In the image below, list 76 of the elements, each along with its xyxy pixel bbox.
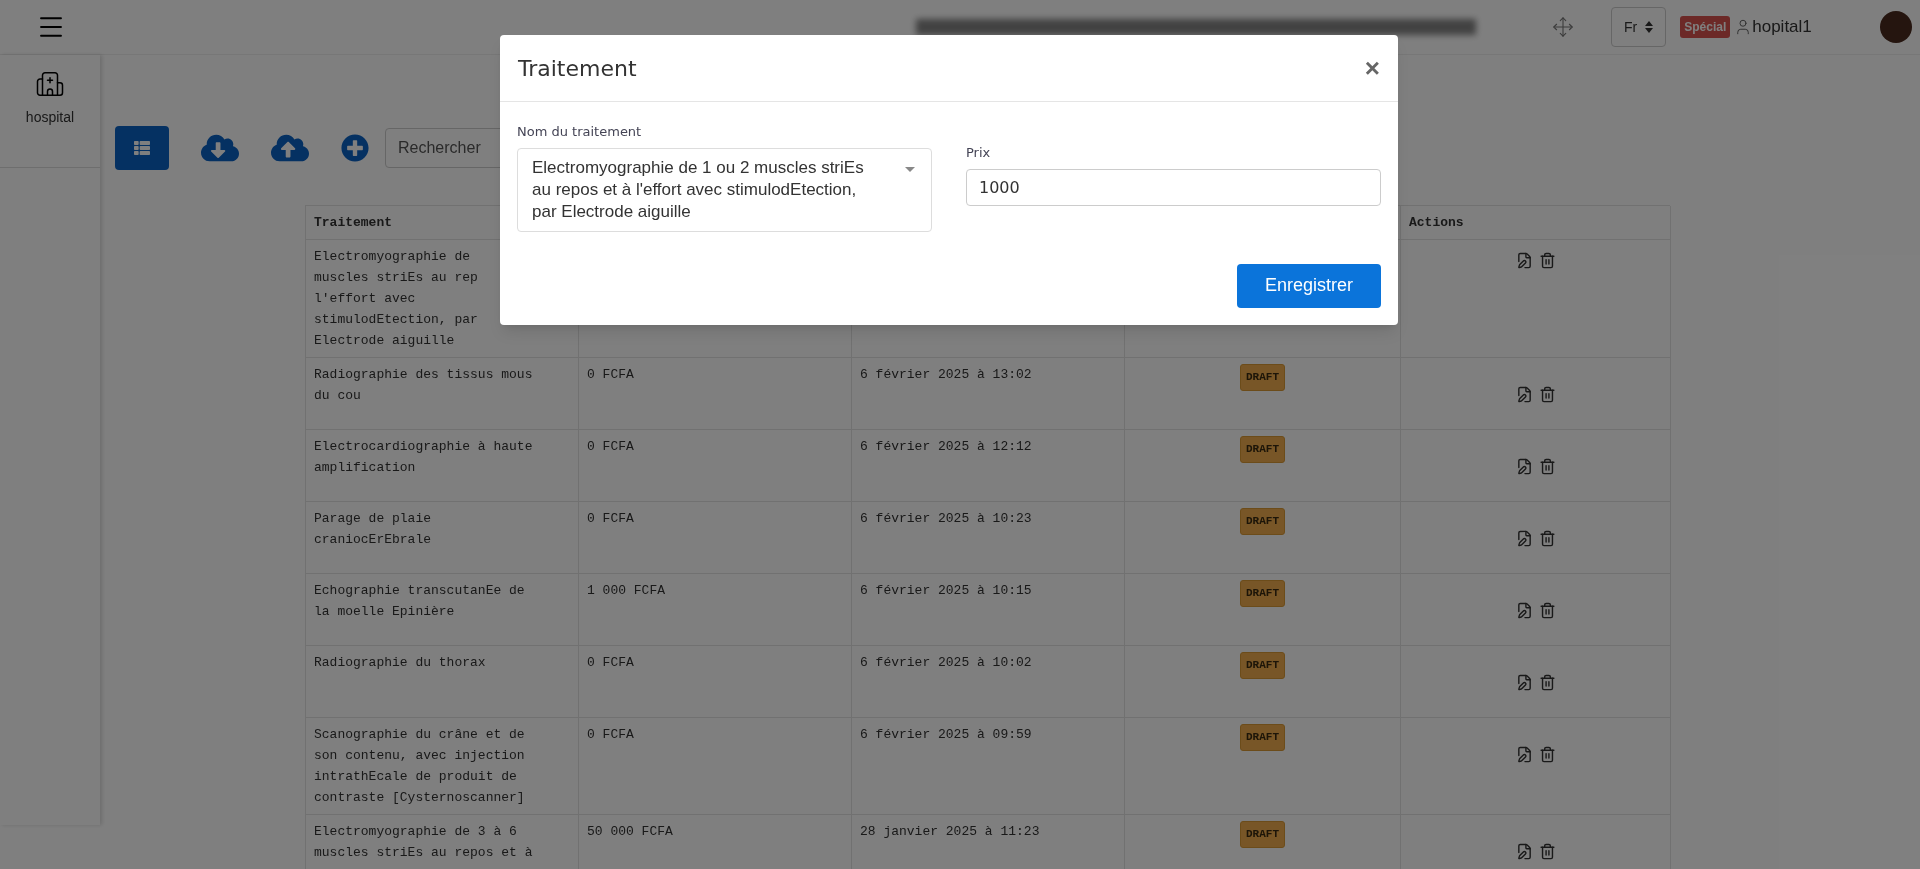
edit-icon[interactable] <box>1515 458 1533 475</box>
edit-icon[interactable] <box>1515 386 1533 403</box>
treatment-text: stimulodEtection, par <box>314 311 478 329</box>
date-text: 6 février 2025 à 10:15 <box>860 583 1032 598</box>
treatment-text: muscles striEs au rep <box>314 269 478 287</box>
treatment-text: Parage de plaie <box>314 510 432 528</box>
treatment-text: contraste [Cysternoscanner] <box>314 789 525 807</box>
date-text: 6 février 2025 à 10:02 <box>860 655 1032 670</box>
price-text: 0 FCFA <box>587 511 634 526</box>
treatment-text: Radiographie des tissus mous <box>314 366 533 384</box>
delete-icon[interactable] <box>1538 674 1556 691</box>
edit-icon[interactable] <box>1515 843 1533 860</box>
treatment-text: Electromyographie de 3 à 6 <box>314 823 517 841</box>
special-badge: Spécial <box>1680 16 1731 38</box>
status-badge: DRAFT <box>1240 436 1285 463</box>
treatment-text: Radiographie du thorax <box>314 654 486 672</box>
close-button[interactable]: × <box>1364 55 1380 81</box>
delete-icon[interactable] <box>1538 602 1556 619</box>
price-text: 0 FCFA <box>587 367 634 382</box>
field-label: Prix <box>966 144 992 162</box>
caret-icon <box>905 166 915 172</box>
status-badge: DRAFT <box>1240 652 1285 679</box>
date-text: 6 février 2025 à 09:59 <box>860 727 1032 742</box>
treatment-text: craniocErEbrale <box>314 531 432 549</box>
add-icon[interactable] <box>341 134 369 162</box>
treatment-select[interactable]: Electromyographie de 1 ou 2 muscles striEs au repos et à l'effort avec stimulodEtection, par Electrode aiguille <box>517 147 932 232</box>
save-button[interactable]: Enregistrer <box>1237 263 1381 308</box>
delete-icon[interactable] <box>1538 530 1556 547</box>
treatment-text: Electrocardiographie à haute <box>314 438 533 456</box>
delete-icon[interactable] <box>1538 843 1556 860</box>
username[interactable]: hopital1 <box>1752 14 1812 40</box>
sort-icon <box>1645 21 1654 33</box>
treatment-text: Echographie transcutanEe de <box>314 582 525 600</box>
price-text: 0 FCFA <box>587 727 634 742</box>
treatment-text: l'effort avec <box>314 290 416 308</box>
price-text: 0 FCFA <box>587 439 634 454</box>
price-text: 0 FCFA <box>587 655 634 670</box>
treatment-text: muscles striEs au repos et à <box>314 844 533 862</box>
delete-icon[interactable] <box>1538 458 1556 475</box>
status-badge: DRAFT <box>1240 364 1285 391</box>
avatar[interactable] <box>1879 11 1912 43</box>
sidebar-label[interactable]: hospital <box>25 107 75 128</box>
delete-icon[interactable] <box>1538 386 1556 403</box>
status-badge: DRAFT <box>1240 580 1285 607</box>
edit-icon[interactable] <box>1515 252 1533 269</box>
treatment-text: Electrode aiguille <box>314 332 455 350</box>
price-text: 1 000 FCFA <box>587 583 665 598</box>
price-input[interactable]: 1000 <box>966 168 1381 206</box>
treatment-text: Scanographie du crâne et de <box>314 726 525 744</box>
list-icon <box>134 140 150 156</box>
edit-icon[interactable] <box>1515 530 1533 547</box>
delete-icon[interactable] <box>1538 252 1556 269</box>
date-text: 6 février 2025 à 12:12 <box>860 439 1032 454</box>
delete-icon[interactable] <box>1538 746 1556 763</box>
treatment-text: Electromyographie de <box>314 248 471 266</box>
move-icon[interactable] <box>1552 16 1574 38</box>
status-badge: DRAFT <box>1240 508 1285 535</box>
status-badge: DRAFT <box>1240 724 1285 751</box>
language-select[interactable]: Fr <box>1611 7 1667 47</box>
edit-icon[interactable] <box>1515 674 1533 691</box>
treatment-text: amplification <box>314 459 416 477</box>
edit-icon[interactable] <box>1515 746 1533 763</box>
edit-icon[interactable] <box>1515 602 1533 619</box>
date-text: 6 février 2025 à 10:23 <box>860 511 1032 526</box>
treatment-text: intrathEcale de produit de <box>314 768 517 786</box>
date-text: 28 janvier 2025 à 11:23 <box>860 824 1040 839</box>
hospital-icon[interactable] <box>35 69 65 99</box>
treatment-text: son contenu, avec injection <box>314 747 525 765</box>
list-view-button[interactable] <box>115 126 169 170</box>
treatment-text: la moelle Epinière <box>314 603 455 621</box>
date-text: 6 février 2025 à 13:02 <box>860 367 1032 382</box>
price-text: 50 000 FCFA <box>587 824 673 839</box>
status-badge: DRAFT <box>1240 821 1285 848</box>
treatment-text: du cou <box>314 387 361 405</box>
modal-title: Traitement <box>518 54 637 83</box>
column-header: Actions <box>1401 206 1671 240</box>
